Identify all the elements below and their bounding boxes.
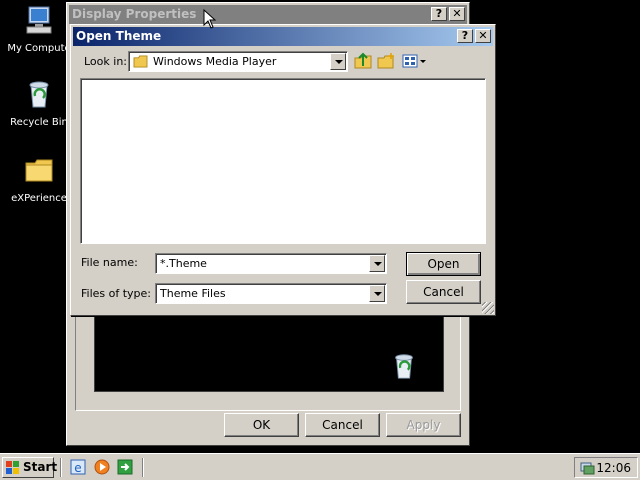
files-of-type-value: Theme Files bbox=[160, 287, 226, 300]
view-menu-icon[interactable] bbox=[401, 52, 427, 70]
internet-explorer-icon[interactable]: e bbox=[70, 459, 86, 475]
help-button[interactable]: ? bbox=[457, 29, 473, 43]
cancel-button[interactable]: Cancel bbox=[406, 280, 481, 304]
mouse-cursor-icon bbox=[203, 9, 217, 29]
system-tray: 12:06 bbox=[574, 457, 638, 478]
desktop-preview bbox=[94, 314, 444, 392]
chevron-down-icon[interactable] bbox=[369, 255, 385, 272]
start-button[interactable]: Start bbox=[2, 457, 58, 478]
file-name-value: *.Theme bbox=[160, 257, 207, 270]
window-title: Display Properties bbox=[72, 7, 197, 21]
look-in-value: Windows Media Player bbox=[153, 55, 277, 68]
chevron-down-icon[interactable] bbox=[369, 285, 385, 302]
file-name-label: File name: bbox=[81, 256, 138, 269]
file-list[interactable] bbox=[80, 78, 486, 244]
display-properties-titlebar[interactable]: Display Properties ? ✕ bbox=[69, 5, 467, 24]
ok-button[interactable]: OK bbox=[224, 413, 299, 437]
show-desktop-icon[interactable] bbox=[117, 459, 133, 475]
taskbar-separator bbox=[60, 458, 62, 477]
close-button[interactable]: ✕ bbox=[449, 7, 465, 21]
files-of-type-label: Files of type: bbox=[81, 287, 152, 300]
new-folder-icon[interactable] bbox=[376, 52, 396, 70]
taskbar-separator bbox=[142, 458, 144, 477]
desktop-preview-frame bbox=[75, 303, 461, 411]
file-name-input[interactable]: *.Theme bbox=[155, 253, 387, 274]
open-button[interactable]: Open bbox=[406, 252, 481, 276]
dialog-title: Open Theme bbox=[76, 29, 162, 43]
folder-icon bbox=[25, 159, 53, 182]
start-label: Start bbox=[23, 460, 58, 474]
svg-text:e: e bbox=[74, 461, 81, 475]
open-theme-dialog: Open Theme ? ✕ Look in: Windows Media Pl… bbox=[70, 24, 496, 316]
look-in-combo[interactable]: Windows Media Player bbox=[128, 51, 348, 72]
my-computer-icon bbox=[26, 6, 52, 34]
windows-logo-icon bbox=[6, 461, 19, 474]
help-button[interactable]: ? bbox=[431, 7, 447, 21]
recycle-bin-icon bbox=[29, 81, 49, 108]
chevron-down-icon[interactable] bbox=[330, 53, 346, 70]
folder-icon bbox=[133, 55, 148, 68]
clock[interactable]: 12:06 bbox=[596, 461, 631, 475]
close-button[interactable]: ✕ bbox=[475, 29, 491, 43]
recycle-bin-icon bbox=[395, 354, 413, 379]
resize-grip[interactable] bbox=[482, 302, 494, 314]
up-folder-icon[interactable] bbox=[353, 52, 373, 70]
cancel-button[interactable]: Cancel bbox=[305, 413, 380, 437]
open-theme-titlebar[interactable]: Open Theme ? ✕ bbox=[73, 27, 493, 46]
look-in-label: Look in: bbox=[84, 55, 127, 68]
files-of-type-select[interactable]: Theme Files bbox=[155, 283, 387, 304]
apply-button[interactable]: Apply bbox=[386, 413, 461, 437]
media-player-icon[interactable] bbox=[94, 459, 110, 475]
network-icon[interactable] bbox=[579, 460, 595, 476]
taskbar: Start e 12:06 bbox=[0, 453, 640, 480]
